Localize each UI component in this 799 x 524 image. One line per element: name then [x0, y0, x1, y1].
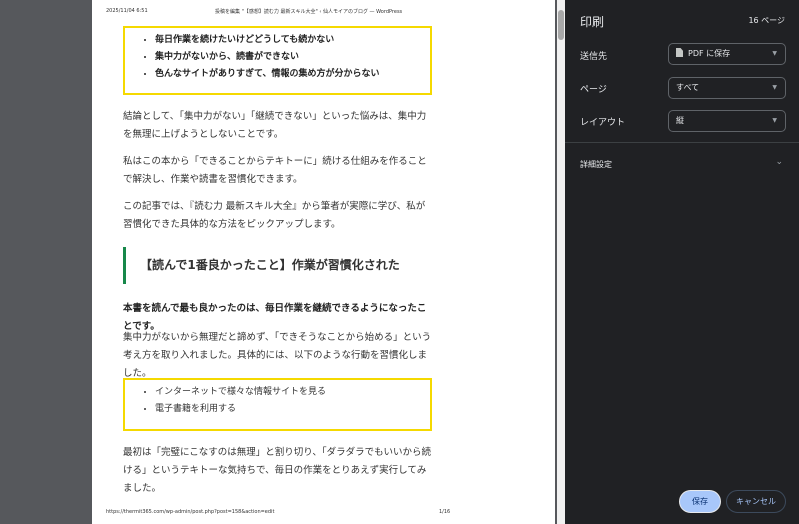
chevron-down-icon: ▼ — [772, 50, 777, 57]
layout-value: 縦 — [676, 116, 684, 125]
layout-label: レイアウト — [580, 118, 626, 128]
paragraph: 集中力がないから無理だと諦めず、「できそうなことから始める」という考え方を取り入… — [123, 332, 432, 379]
pages-label: ページ — [580, 85, 607, 95]
paragraph: 結論として、「集中力がない」「継続できない」といった悩みは、集中力を無理に上げよ… — [123, 111, 427, 140]
preview-scrollbar[interactable] — [557, 0, 565, 524]
page-header-title: 投稿を編集 "【感想】読む力 最新スキル大全" ‹ 仙人モイアのブログ — Wo… — [215, 9, 403, 15]
list-item: 色んなサイトがありすぎて、情報の集め方が分からない — [155, 66, 430, 83]
cancel-button[interactable]: キャンセル — [726, 490, 786, 513]
divider — [565, 142, 799, 143]
pages-select[interactable]: すべて ▼ — [668, 77, 786, 99]
highlight-box: インターネットで様々な情報サイトを見る 電子書籍を利用する — [123, 378, 432, 431]
page-header-datetime: 2025/11/04 6:51 — [106, 8, 148, 14]
chevron-down-icon: ▼ — [772, 117, 777, 124]
page-footer-number: 1/16 — [439, 509, 451, 515]
destination-select[interactable]: PDF に保存 ▼ — [668, 43, 786, 65]
paragraph: この記事では、『読む力 最新スキル大全』から筆者が実際に学び、私が習慣化できた具… — [123, 201, 426, 230]
dialog-title: 印刷 — [580, 15, 605, 29]
destination-label: 送信先 — [580, 52, 608, 62]
scrollbar-thumb[interactable] — [558, 10, 564, 40]
page-count: 16 ページ — [748, 16, 785, 25]
list-item: 電子書籍を利用する — [155, 401, 430, 418]
more-settings-toggle[interactable]: 詳細設定 ⌄ — [565, 150, 799, 178]
highlight-box: 毎日作業を続けたいけどどうしても続かない 集中力がないから、読書ができない 色ん… — [123, 26, 432, 95]
list-item: インターネットで様々な情報サイトを見る — [155, 384, 430, 401]
section-heading: 【読んで1番良かったこと】作業が習慣化された — [123, 247, 433, 284]
destination-value: PDF に保存 — [688, 49, 731, 58]
chevron-down-icon: ▼ — [772, 84, 777, 91]
save-button[interactable]: 保存 — [679, 490, 721, 513]
print-preview-area: 2025/11/04 6:51 投稿を編集 "【感想】読む力 最新スキル大全" … — [0, 0, 557, 524]
preview-page: 2025/11/04 6:51 投稿を編集 "【感想】読む力 最新スキル大全" … — [92, 0, 555, 524]
pages-value: すべて — [676, 83, 700, 92]
file-icon — [676, 48, 683, 57]
chevron-down-icon: ⌄ — [775, 157, 783, 167]
paragraph: 最初は「完璧にこなすのは無理」と割り切り、「ダラダラでもいいから続ける」というテ… — [123, 447, 431, 494]
list-item: 毎日作業を続けたいけどどうしても続かない — [155, 32, 430, 49]
list-item: 集中力がないから、読書ができない — [155, 49, 430, 66]
layout-select[interactable]: 縦 ▼ — [668, 110, 786, 132]
print-settings-panel: 印刷 16 ページ 送信先 PDF に保存 ▼ ページ すべて ▼ レイアウト 縦 ▼… — [565, 0, 799, 524]
page-footer-url: https://thermit365.com/wp-admin/post.php… — [106, 509, 275, 515]
paragraph: 私はこの本から「できることからテキトーに」続ける仕組みを作ることで解決し、作業や… — [123, 156, 427, 185]
more-settings-label: 詳細設定 — [580, 160, 612, 169]
